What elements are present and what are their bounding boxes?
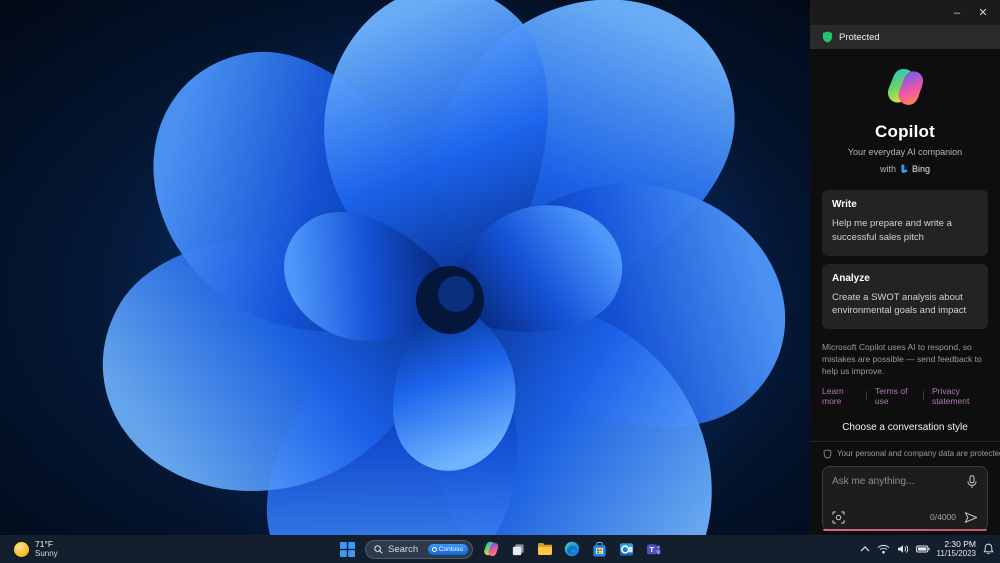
link-divider bbox=[866, 391, 867, 401]
system-tray: 2:30 PM 11/15/2023 bbox=[860, 535, 994, 563]
svg-text:T: T bbox=[649, 544, 654, 553]
network-button[interactable] bbox=[877, 544, 890, 554]
teams-button[interactable]: T bbox=[644, 540, 662, 558]
privacy-note: Your personal and company data are prote… bbox=[823, 449, 1000, 459]
microphone-icon bbox=[967, 475, 977, 488]
link-divider bbox=[923, 391, 925, 401]
contoso-badge: Contoso bbox=[427, 543, 468, 555]
taskbar-center: Search Contoso T bbox=[338, 535, 662, 563]
legal-links: Learn more Terms of use Privacy statemen… bbox=[822, 386, 988, 406]
wifi-icon bbox=[877, 544, 889, 554]
card-body: Create a SWOT analysis about environment… bbox=[832, 291, 967, 317]
ask-input[interactable] bbox=[832, 476, 966, 488]
start-button[interactable] bbox=[338, 540, 356, 558]
chat-composer[interactable]: 0/4000 bbox=[822, 465, 988, 531]
copilot-app-icon bbox=[484, 541, 499, 557]
ai-disclaimer: Microsoft Copilot uses AI to respond, so… bbox=[822, 342, 982, 376]
edge-icon bbox=[564, 541, 580, 557]
search-icon bbox=[374, 544, 383, 554]
task-view-icon bbox=[512, 543, 524, 555]
panel-titlebar: – ✕ bbox=[810, 0, 1000, 25]
terms-of-use-link[interactable]: Terms of use bbox=[875, 386, 915, 406]
shield-icon bbox=[822, 31, 833, 43]
protected-badge[interactable]: Protected bbox=[810, 25, 1000, 49]
tray-date: 11/15/2023 bbox=[936, 549, 976, 559]
bing-logo-icon bbox=[901, 164, 908, 174]
conversation-style-heading: Choose a conversation style bbox=[842, 421, 968, 433]
taskbar-search[interactable]: Search Contoso bbox=[365, 539, 473, 559]
tray-chevron-button[interactable] bbox=[860, 546, 870, 552]
send-icon bbox=[964, 511, 978, 523]
notifications-button[interactable] bbox=[983, 543, 994, 555]
microsoft-store-button[interactable] bbox=[590, 540, 608, 558]
tray-time: 2:30 PM bbox=[944, 539, 976, 550]
learn-more-link[interactable]: Learn more bbox=[822, 386, 858, 406]
card-title: Analyze bbox=[832, 272, 870, 284]
weather-temp: 71°F bbox=[35, 538, 54, 549]
card-title: Write bbox=[832, 199, 857, 210]
suggestion-card-analyze[interactable]: Analyze Create a SWOT analysis about env… bbox=[822, 263, 988, 330]
contoso-logo-icon bbox=[431, 546, 437, 552]
copilot-logo-icon bbox=[887, 68, 924, 105]
battery-icon bbox=[915, 545, 930, 553]
outlook-icon bbox=[619, 542, 633, 556]
weather-condition: Sunny bbox=[35, 549, 58, 559]
copilot-title: Copilot bbox=[875, 122, 935, 141]
clock-widget[interactable]: 2:30 PM 11/15/2023 bbox=[937, 539, 976, 559]
add-screenshot-button[interactable] bbox=[832, 511, 845, 524]
speaker-icon bbox=[897, 545, 908, 553]
minimize-button[interactable]: – bbox=[946, 3, 968, 22]
bing-label: Bing bbox=[912, 163, 931, 174]
desktop-wallpaper bbox=[0, 0, 810, 535]
teams-icon: T bbox=[646, 543, 660, 554]
privacy-note-text: Your personal and company data are prote… bbox=[837, 449, 1000, 459]
send-button[interactable] bbox=[964, 511, 978, 524]
taskbar-copilot-app[interactable] bbox=[482, 540, 500, 558]
bell-icon bbox=[983, 543, 994, 555]
screen: – ✕ Protected Copilot Your everyday AI c… bbox=[0, 0, 1000, 563]
battery-button[interactable] bbox=[915, 545, 930, 553]
char-counter: 0/4000 bbox=[930, 512, 956, 523]
copilot-subtitle: Your everyday AI companion bbox=[847, 147, 963, 157]
microsoft-store-icon bbox=[592, 541, 606, 557]
suggestion-card-write[interactable]: Write Help me prepare and write a succes… bbox=[822, 190, 988, 256]
with-label: with bbox=[879, 163, 896, 174]
search-label: Search bbox=[388, 543, 419, 555]
file-explorer-icon bbox=[538, 543, 552, 555]
task-view-button[interactable] bbox=[509, 540, 527, 558]
file-explorer-button[interactable] bbox=[536, 540, 554, 558]
volume-button[interactable] bbox=[897, 544, 909, 554]
copilot-panel: – ✕ Protected Copilot Your everyday AI c… bbox=[810, 0, 1000, 535]
shield-outline-icon bbox=[823, 449, 832, 459]
with-bing-row: with Bing bbox=[810, 163, 1000, 174]
privacy-statement-link[interactable]: Privacy statement bbox=[932, 386, 988, 406]
close-button[interactable]: ✕ bbox=[972, 3, 994, 22]
outlook-button[interactable] bbox=[617, 540, 635, 558]
microphone-button[interactable] bbox=[966, 475, 978, 489]
protected-label: Protected bbox=[839, 31, 880, 43]
chevron-up-icon bbox=[860, 546, 869, 552]
weather-widget[interactable]: 71°F Sunny bbox=[8, 535, 64, 563]
card-body: Help me prepare and write a successful s… bbox=[832, 218, 952, 243]
bloom-wallpaper-art bbox=[0, 0, 810, 535]
edge-browser-button[interactable] bbox=[563, 540, 581, 558]
composer-section: Your personal and company data are prote… bbox=[810, 440, 1000, 539]
taskbar: 71°F Sunny Search Contoso T 2:30 PM 11/1… bbox=[0, 535, 1000, 563]
sun-icon bbox=[14, 541, 29, 557]
screenshot-icon bbox=[832, 511, 845, 524]
windows-logo-icon bbox=[339, 541, 355, 557]
copilot-hero: Copilot Your everyday AI companion with … bbox=[810, 67, 1000, 174]
